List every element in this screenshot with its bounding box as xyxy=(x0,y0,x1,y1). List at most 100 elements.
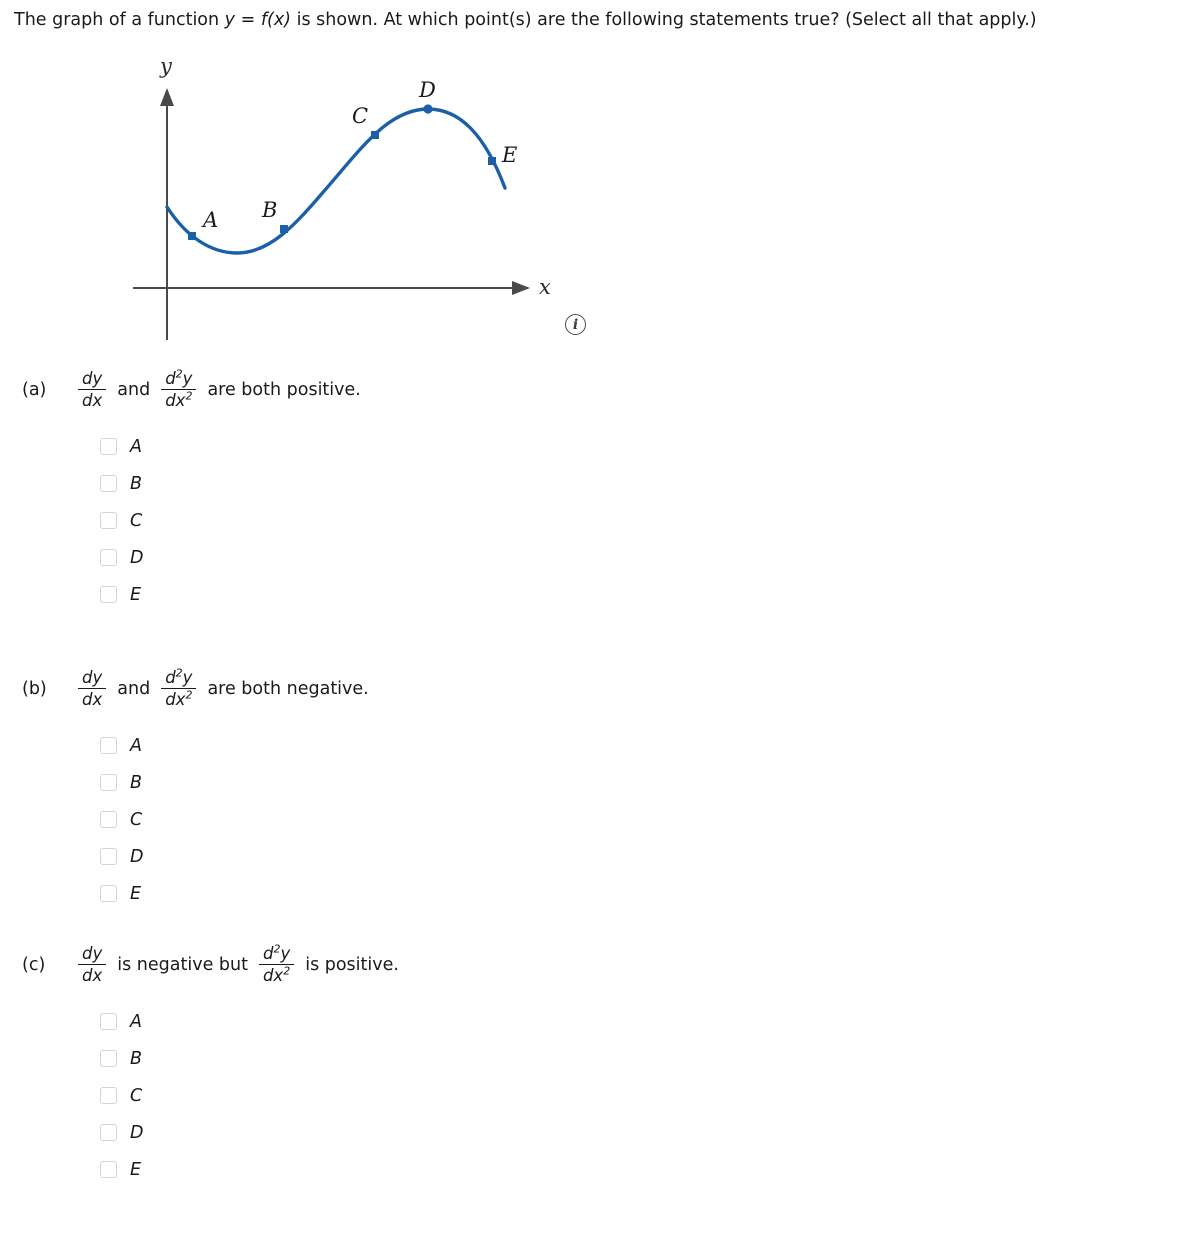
options-list-a: A B C D E xyxy=(100,428,143,613)
prompt-function-fx: f(x) xyxy=(260,10,292,30)
options-list-c: A B C D E xyxy=(100,1003,143,1188)
fraction-numerator: d2y xyxy=(161,367,196,389)
option-label-a-a: A xyxy=(130,436,142,457)
option-row-a-c[interactable]: C xyxy=(100,502,143,539)
question-tag-b: (b) xyxy=(22,678,47,699)
option-row-b-b[interactable]: B xyxy=(100,764,143,801)
fraction-denominator: dx2 xyxy=(258,963,295,985)
fraction-numerator: dy xyxy=(82,944,103,963)
checkbox-b-e[interactable] xyxy=(100,885,117,902)
option-label-c-d: D xyxy=(130,1122,144,1143)
fraction-numerator: d2y xyxy=(161,668,196,688)
numerator-y: y xyxy=(280,944,291,963)
point-label-a: A xyxy=(203,208,219,232)
checkbox-a-b[interactable] xyxy=(100,475,117,492)
checkbox-b-a[interactable] xyxy=(100,737,117,754)
checkbox-c-a[interactable] xyxy=(100,1013,117,1030)
option-row-c-b[interactable]: B xyxy=(100,1040,143,1077)
option-row-c-d[interactable]: D xyxy=(100,1114,143,1151)
x-axis-label: x xyxy=(539,275,551,299)
fraction-dy-dx-c: dy dx xyxy=(78,944,107,985)
checkbox-a-c[interactable] xyxy=(100,512,117,529)
fraction-denominator: dx xyxy=(78,963,107,985)
info-icon[interactable]: i xyxy=(565,314,586,335)
graph-svg xyxy=(133,88,530,340)
point-label-d: D xyxy=(419,78,436,102)
question-statement-b: (b) dy dx and d2y dx2 are both negative. xyxy=(22,668,376,709)
checkbox-b-b[interactable] xyxy=(100,774,117,791)
denominator-dx: dx xyxy=(165,689,186,709)
checkbox-b-c[interactable] xyxy=(100,811,117,828)
denominator-exponent: 2 xyxy=(283,964,291,978)
question-statement-c: (c) dy dx is negative but d2y dx2 is pos… xyxy=(22,944,406,985)
question-statement-a: (a) dy dx and d2y dx2 are both positive. xyxy=(22,367,368,410)
option-label-b-d: D xyxy=(130,846,144,867)
option-label-c-c: C xyxy=(130,1085,143,1106)
checkbox-c-c[interactable] xyxy=(100,1087,117,1104)
fraction-d2y-dx2-c: d2y dx2 xyxy=(258,944,295,985)
fraction-denominator: dx2 xyxy=(161,687,197,709)
option-label-b-e: E xyxy=(130,883,142,904)
y-axis-label: y xyxy=(160,54,172,78)
point-label-b: B xyxy=(262,198,278,222)
fraction-denominator: dx xyxy=(78,687,107,709)
option-label-a-e: E xyxy=(130,584,142,605)
point-marker-c xyxy=(371,131,379,139)
checkbox-c-d[interactable] xyxy=(100,1124,117,1141)
checkbox-a-a[interactable] xyxy=(100,438,117,455)
question-tail-a: are both positive. xyxy=(207,379,361,400)
checkbox-c-e[interactable] xyxy=(100,1161,117,1178)
fraction-denominator: dx xyxy=(78,388,107,410)
option-row-b-e[interactable]: E xyxy=(100,875,143,912)
option-row-b-c[interactable]: C xyxy=(100,801,143,838)
point-marker-e xyxy=(488,157,496,165)
option-row-a-e[interactable]: E xyxy=(100,576,143,613)
checkbox-b-d[interactable] xyxy=(100,848,117,865)
option-row-c-a[interactable]: A xyxy=(100,1003,143,1040)
option-row-c-c[interactable]: C xyxy=(100,1077,143,1114)
option-label-b-a: A xyxy=(130,735,142,756)
denominator-dx: dx xyxy=(165,390,186,410)
question-connector-c: is negative but xyxy=(117,954,248,975)
numerator-d: d xyxy=(165,668,176,687)
denominator-exponent: 2 xyxy=(185,389,193,403)
option-row-b-d[interactable]: D xyxy=(100,838,143,875)
option-label-c-b: B xyxy=(130,1048,143,1069)
fraction-d2y-dx2-b: d2y dx2 xyxy=(161,668,197,709)
checkbox-a-e[interactable] xyxy=(100,586,117,603)
fraction-dy-dx-a: dy dx xyxy=(78,370,107,410)
prompt-variable-y: y xyxy=(224,10,236,30)
fraction-dy-dx-b: dy dx xyxy=(78,668,107,709)
numerator-exponent: 2 xyxy=(175,367,183,381)
option-row-a-b[interactable]: B xyxy=(100,465,143,502)
denominator-exponent: 2 xyxy=(185,688,193,702)
option-row-a-a[interactable]: A xyxy=(100,428,143,465)
option-label-a-c: C xyxy=(130,510,143,531)
fraction-numerator: d2y xyxy=(259,944,294,964)
prompt-text-part2: is shown. At which point(s) are the foll… xyxy=(291,10,1037,30)
option-row-a-d[interactable]: D xyxy=(100,539,143,576)
option-label-b-c: C xyxy=(130,809,143,830)
question-connector-a: and xyxy=(117,379,151,400)
option-label-b-b: B xyxy=(130,772,143,793)
fraction-denominator: dx2 xyxy=(161,388,197,410)
question-tag-a: (a) xyxy=(22,379,47,400)
option-row-b-a[interactable]: A xyxy=(100,727,143,764)
options-list-b: A B C D E xyxy=(100,727,143,912)
question-tail-c: is positive. xyxy=(305,954,399,975)
option-label-c-a: A xyxy=(130,1011,142,1032)
numerator-y: y xyxy=(182,369,193,388)
checkbox-a-d[interactable] xyxy=(100,549,117,566)
point-marker-b xyxy=(280,225,288,233)
numerator-y: y xyxy=(182,668,193,687)
numerator-d: d xyxy=(165,369,176,388)
option-label-a-b: B xyxy=(130,473,143,494)
function-graph-figure: y x A B C D E xyxy=(120,50,600,350)
option-row-c-e[interactable]: E xyxy=(100,1151,143,1188)
option-label-a-d: D xyxy=(130,547,144,568)
checkbox-c-b[interactable] xyxy=(100,1050,117,1067)
question-connector-b: and xyxy=(117,678,151,699)
denominator-dx: dx xyxy=(262,965,284,985)
fraction-numerator: dy xyxy=(82,668,103,687)
point-marker-d xyxy=(423,104,433,114)
